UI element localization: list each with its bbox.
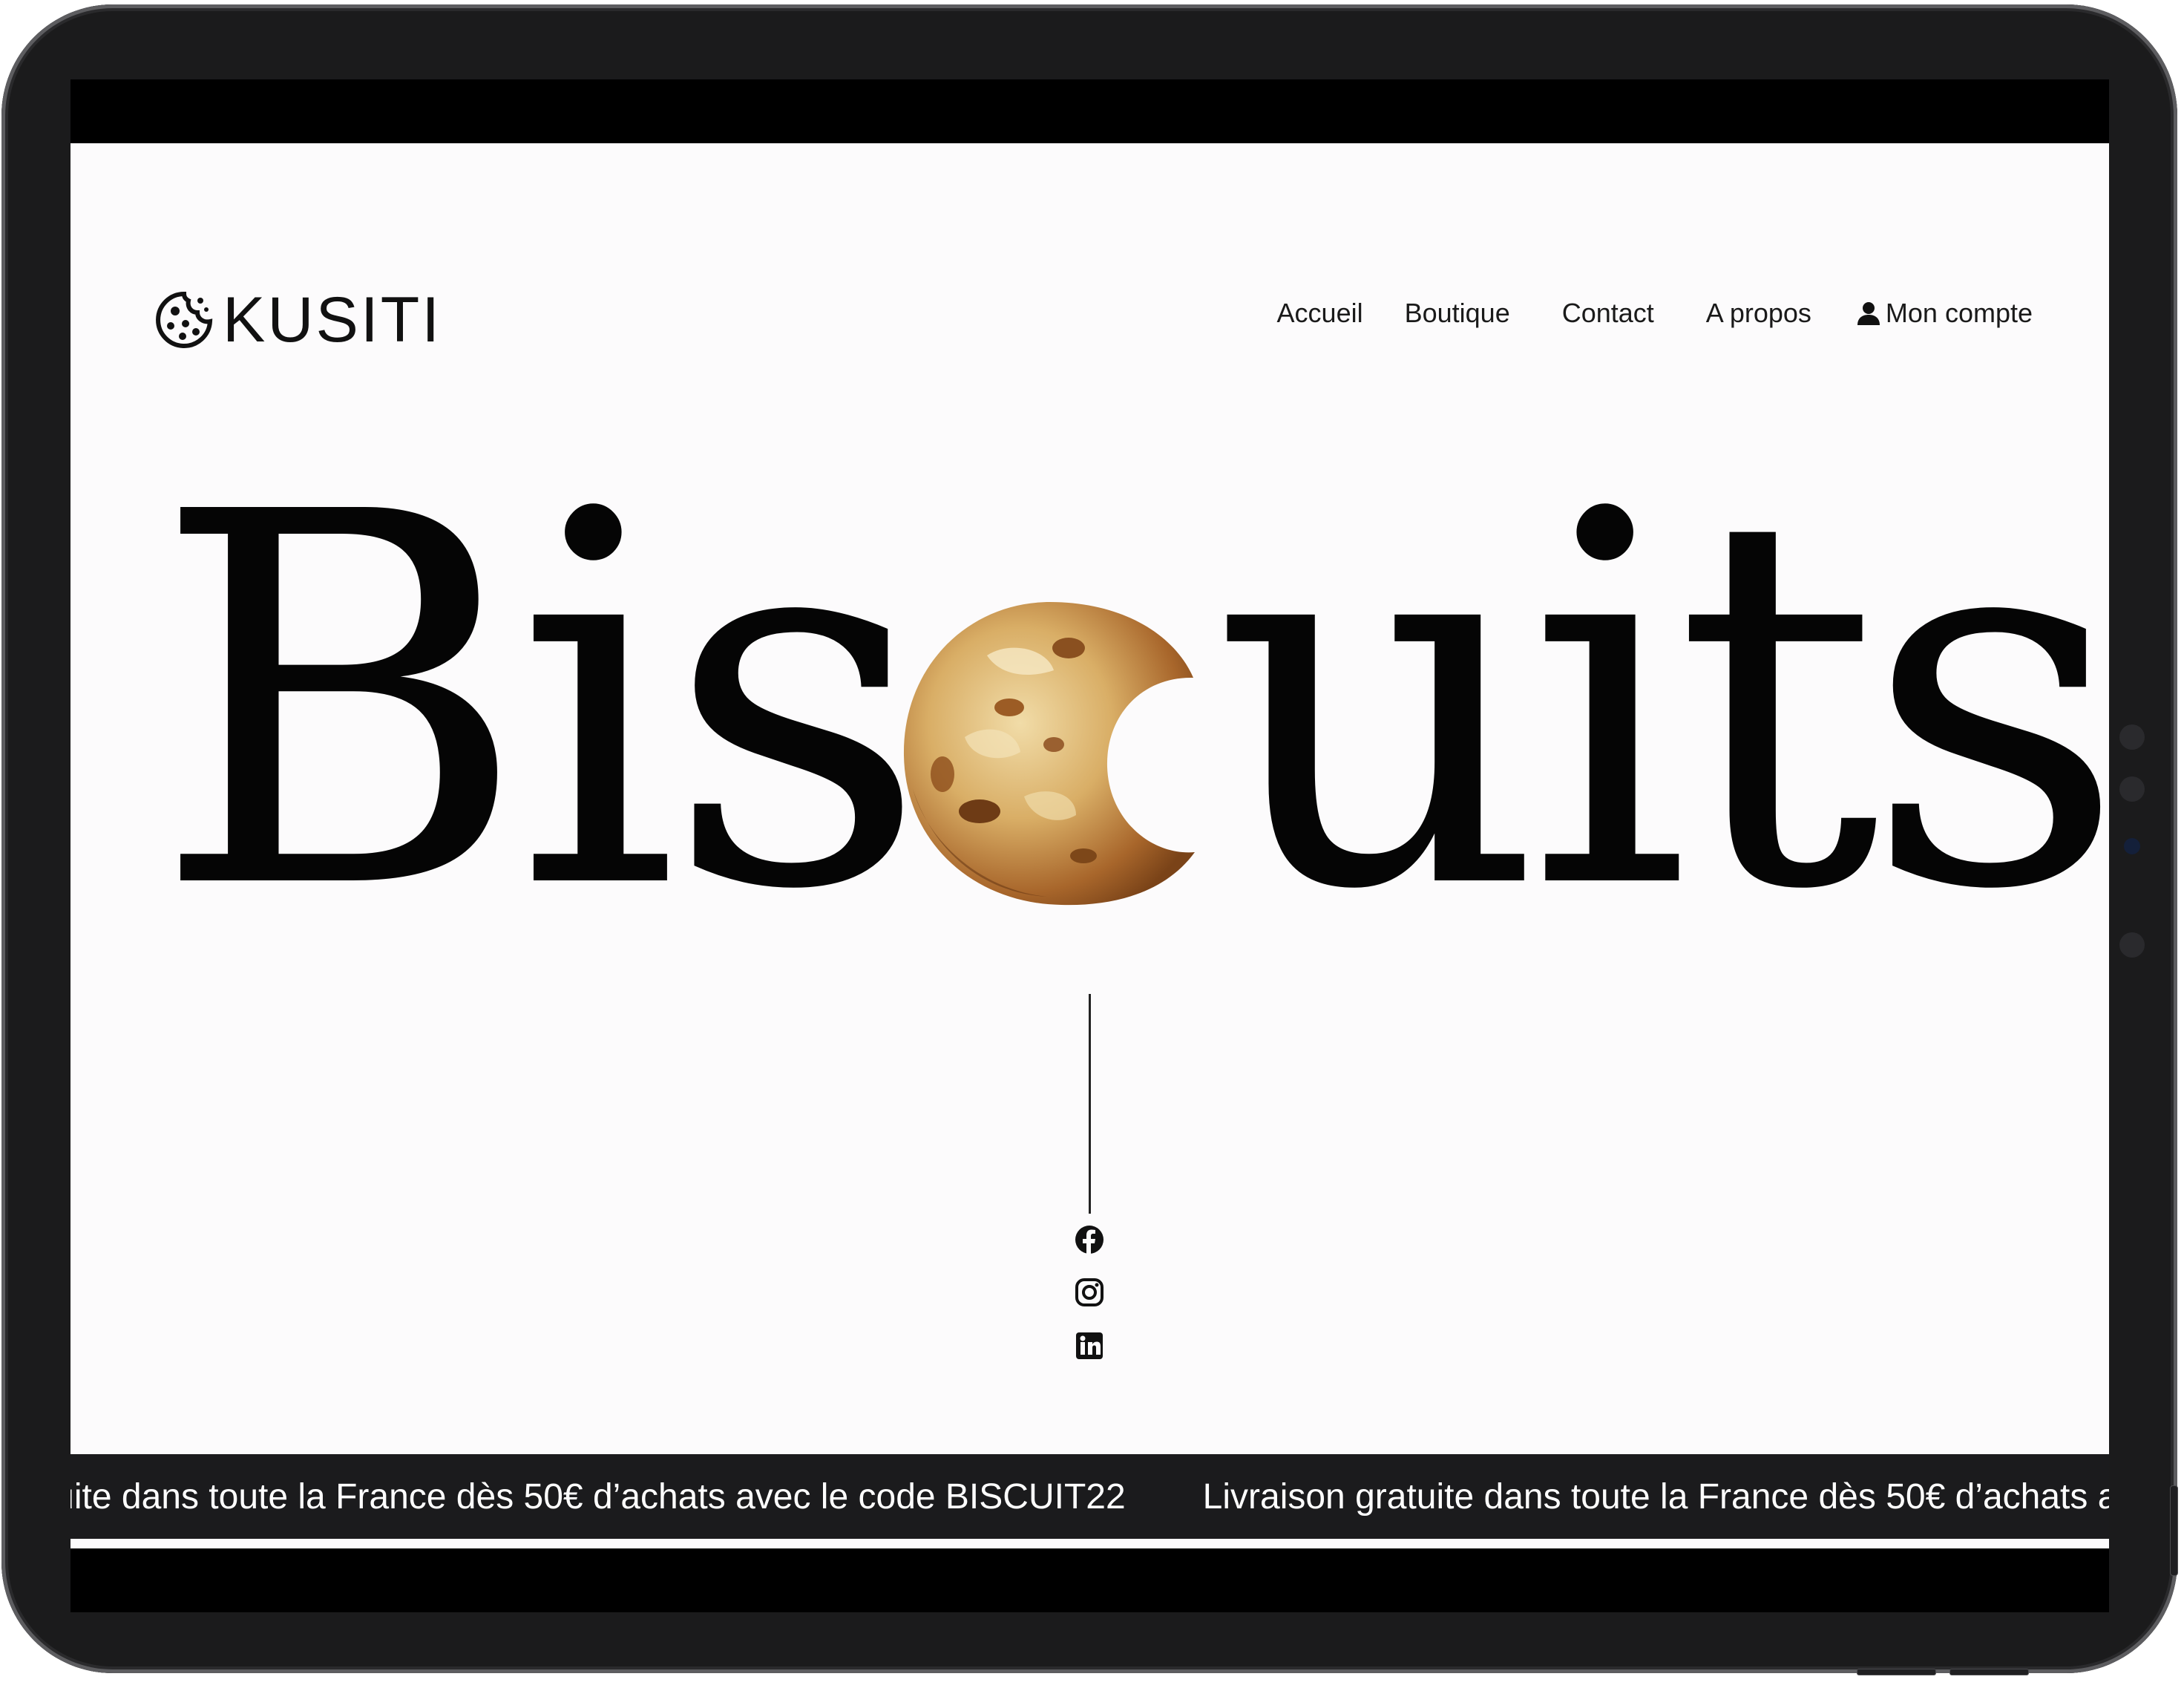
promo-banner-track: Livraison gratuite dans toute la France … bbox=[70, 1454, 2109, 1539]
promo-banner: Livraison gratuite dans toute la France … bbox=[70, 1454, 2109, 1539]
screen: KUSITI Accueil Boutique Contact A propos… bbox=[70, 79, 2109, 1612]
camera-sensor-3 bbox=[2119, 932, 2145, 958]
camera-sensor-1 bbox=[2119, 724, 2145, 750]
hero-title-end: uits bbox=[1213, 405, 2109, 1001]
account-label: Mon compte bbox=[1885, 298, 2033, 328]
facebook-icon[interactable] bbox=[1075, 1225, 1104, 1254]
bitten-cookie-image bbox=[903, 602, 1195, 906]
web-page: KUSITI Accueil Boutique Contact A propos… bbox=[70, 143, 2109, 1548]
camera-lens bbox=[2124, 838, 2140, 854]
user-icon bbox=[1857, 302, 1880, 325]
nav-item-accueil[interactable]: Accueil bbox=[1277, 298, 1363, 329]
side-button bbox=[2170, 1485, 2178, 1576]
nav-item-contact[interactable]: Contact bbox=[1562, 298, 1654, 329]
main-nav: Accueil Boutique Contact A propos Mon co… bbox=[1277, 298, 2033, 329]
hero-title: Bis uits bbox=[70, 433, 2109, 967]
brand-name: KUSITI bbox=[223, 284, 442, 356]
instagram-icon[interactable] bbox=[1075, 1278, 1104, 1307]
brand-logo[interactable]: KUSITI bbox=[154, 284, 442, 356]
top-button-left bbox=[1857, 1669, 1936, 1675]
top-button-right bbox=[1949, 1669, 2029, 1675]
promo-message: Livraison gratuite dans toute la France … bbox=[70, 1476, 1126, 1517]
cookie-icon bbox=[156, 291, 213, 348]
nav-item-a-propos[interactable]: A propos bbox=[1706, 298, 1811, 329]
divider-line bbox=[1089, 994, 1091, 1214]
promo-message: Livraison gratuite dans toute la France … bbox=[1202, 1476, 2109, 1517]
linkedin-icon[interactable] bbox=[1075, 1331, 1104, 1361]
nav-item-account[interactable]: Mon compte bbox=[1856, 298, 2033, 329]
camera-sensor-2 bbox=[2119, 776, 2145, 802]
nav-item-boutique[interactable]: Boutique bbox=[1405, 298, 1510, 329]
hero-title-start: Bis bbox=[152, 405, 928, 1001]
tablet-frame: KUSITI Accueil Boutique Contact A propos… bbox=[1, 4, 2178, 1675]
